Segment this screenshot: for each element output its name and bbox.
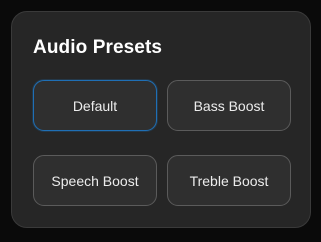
- preset-speech-boost-button[interactable]: Speech Boost: [33, 155, 157, 206]
- preset-bass-boost-button[interactable]: Bass Boost: [167, 80, 291, 131]
- audio-presets-panel: Audio Presets Default Bass Boost Speech …: [11, 11, 311, 228]
- preset-treble-boost-button[interactable]: Treble Boost: [167, 155, 291, 206]
- panel-title: Audio Presets: [33, 37, 163, 58]
- preset-default-button[interactable]: Default: [33, 80, 157, 131]
